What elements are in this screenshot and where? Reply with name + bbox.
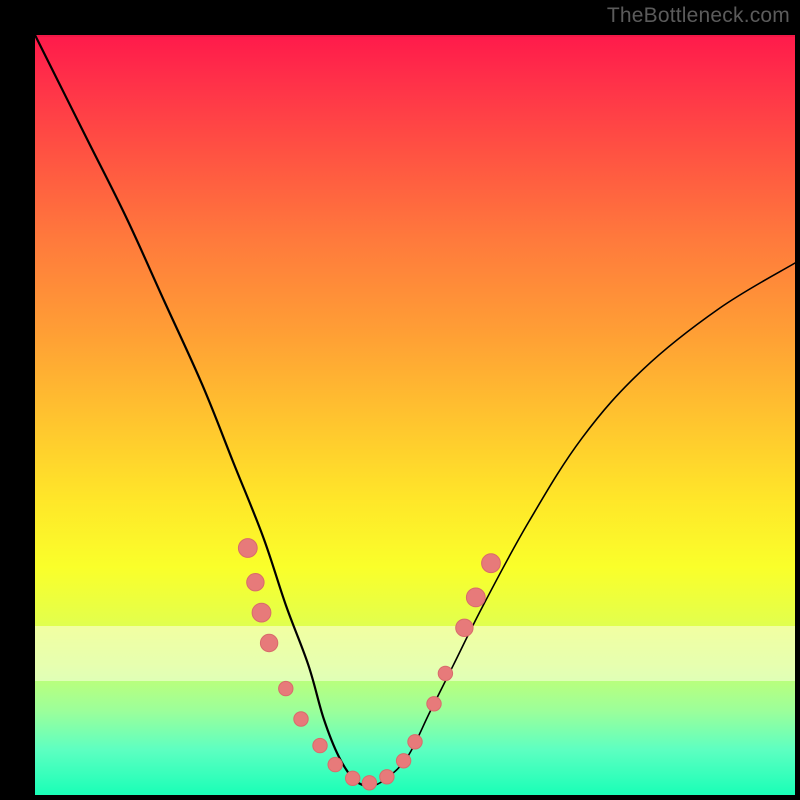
- marker-dot: [328, 757, 342, 771]
- marker-dot: [456, 619, 473, 636]
- marker-dot: [380, 770, 394, 784]
- plot-area: [35, 35, 795, 795]
- marker-dot: [294, 712, 308, 726]
- marker-dot: [427, 697, 441, 711]
- curve-left-branch: [35, 35, 369, 787]
- marker-dot: [346, 771, 360, 785]
- marker-dot: [408, 735, 422, 749]
- marker-dot: [466, 588, 485, 607]
- marker-dot: [362, 776, 376, 790]
- curve-layer: [35, 35, 795, 795]
- marker-dot: [247, 574, 264, 591]
- marker-dot: [238, 539, 257, 558]
- marker-dot: [260, 634, 277, 651]
- chart-frame: TheBottleneck.com: [0, 0, 800, 800]
- marker-dot: [396, 754, 410, 768]
- marker-dot: [252, 603, 271, 622]
- marker-dot: [313, 738, 327, 752]
- marker-dot: [482, 554, 501, 573]
- watermark-text: TheBottleneck.com: [607, 4, 790, 28]
- marker-group: [238, 539, 500, 790]
- marker-dot: [279, 681, 293, 695]
- marker-dot: [438, 666, 452, 680]
